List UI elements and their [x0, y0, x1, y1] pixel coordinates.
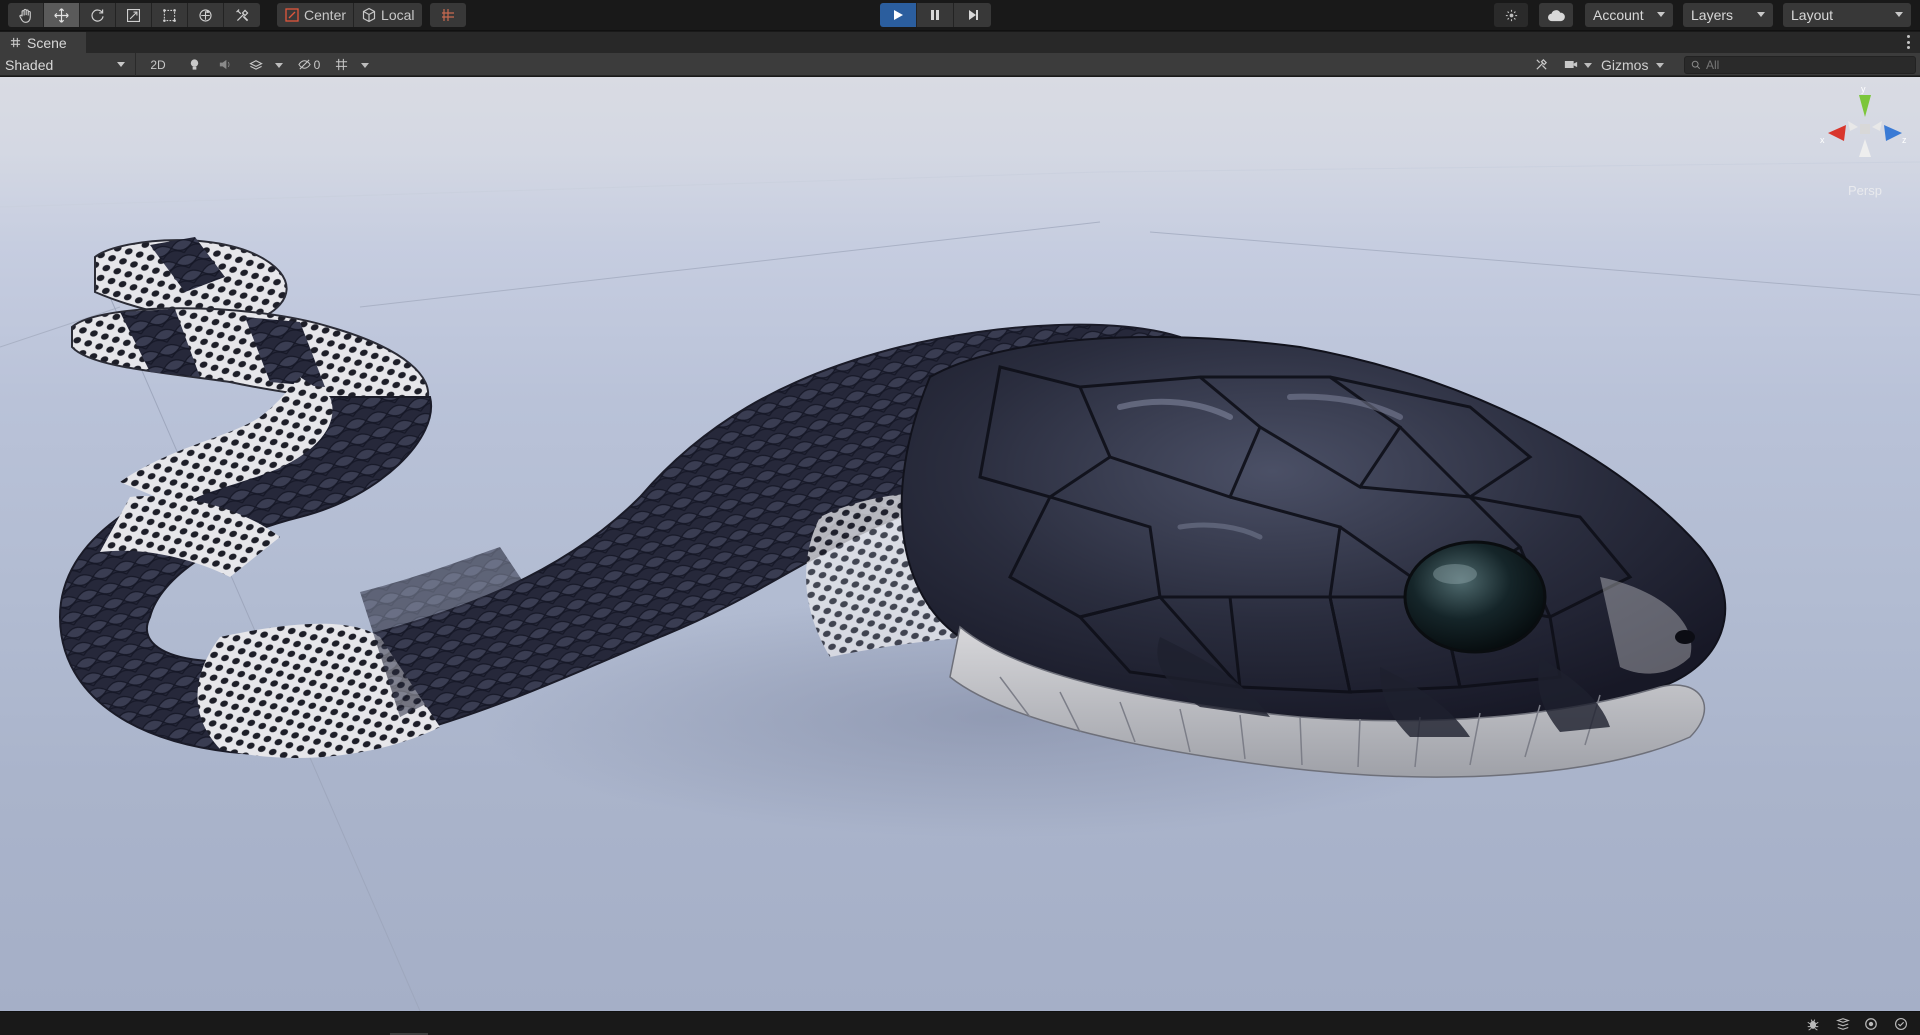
scene-visibility-toggle[interactable]: 0 [292, 55, 326, 74]
scene-render [0, 161, 1920, 1011]
hand-tool-button[interactable] [8, 3, 44, 27]
debug-bug-icon[interactable] [1804, 1016, 1822, 1032]
step-icon [968, 10, 978, 20]
cache-server-icon[interactable] [1834, 1016, 1852, 1032]
camera-icon [1564, 61, 1578, 68]
services-button[interactable] [1494, 3, 1528, 27]
audio-toggle[interactable] [212, 55, 236, 74]
chevron-down-icon[interactable] [1584, 63, 1592, 68]
effects-toggle[interactable] [244, 55, 268, 74]
local-cube-icon [362, 7, 376, 23]
chevron-down-icon [1657, 12, 1665, 17]
axis-y-cone[interactable] [1859, 95, 1871, 117]
layers-dropdown[interactable]: Layers [1683, 3, 1773, 27]
draw-mode-dropdown[interactable]: Shaded [0, 53, 136, 76]
chevron-down-icon [1656, 63, 1664, 68]
gizmos-label: Gizmos [1601, 56, 1649, 73]
transform-tool-button[interactable] [188, 3, 224, 27]
orientation-gizmo[interactable]: y x z [1818, 83, 1910, 183]
draw-mode-label: Shaded [5, 56, 54, 73]
axis-z-label: z [1902, 135, 1907, 145]
axis-neg-y-cone[interactable] [1859, 139, 1871, 157]
status-bar [0, 1011, 1920, 1035]
check-circle-icon[interactable] [1892, 1016, 1910, 1032]
tab-bar: Scene [0, 32, 1920, 53]
playback-controls [880, 3, 991, 27]
pivot-mode-toggle[interactable]: Center [277, 3, 355, 27]
scene-viewport[interactable]: y x z Persp [0, 77, 1920, 1011]
rect-transform-icon [163, 8, 176, 22]
chevron-down-icon [1895, 12, 1903, 17]
lighting-toggle[interactable] [182, 55, 206, 74]
progress-spinner-icon[interactable] [1862, 1016, 1880, 1032]
rotate-icon [91, 8, 104, 22]
tab-scene[interactable]: Scene [0, 32, 86, 53]
layout-dropdown[interactable]: Layout [1783, 3, 1911, 27]
lightbulb-icon [190, 59, 198, 70]
search-placeholder: All [1706, 58, 1720, 72]
axis-z-cone[interactable] [1884, 125, 1902, 141]
custom-tool-button[interactable] [224, 3, 260, 27]
projection-label[interactable]: Persp [1848, 183, 1882, 198]
speaker-icon [219, 59, 229, 70]
pause-icon [931, 10, 939, 20]
wrench-icon [1535, 59, 1547, 70]
pivot-group: Center Local [277, 3, 422, 27]
pivot-mode-label: Center [304, 7, 347, 23]
axis-x-label: x [1820, 135, 1825, 145]
scale-tool-button[interactable] [116, 3, 152, 27]
account-dropdown[interactable]: Account [1585, 3, 1673, 27]
scene-tab-label: Scene [27, 34, 67, 51]
scene-grid-icon [10, 37, 21, 48]
layout-label: Layout [1791, 7, 1834, 23]
step-button[interactable] [954, 3, 991, 27]
2d-toggle[interactable]: 2D [146, 55, 170, 74]
cloud-icon [1547, 9, 1565, 21]
move-icon [54, 7, 69, 23]
pause-button[interactable] [917, 3, 954, 27]
main-toolbar: Center Local Account Layers Layout [0, 0, 1920, 31]
account-label: Account [1593, 7, 1644, 23]
chevron-down-icon[interactable] [361, 63, 369, 68]
pivot-rotation-toggle[interactable]: Local [354, 3, 422, 27]
hand-icon [19, 8, 31, 23]
chevron-down-icon [1757, 12, 1765, 17]
rect-tool-button[interactable] [152, 3, 188, 27]
grid-toggle[interactable] [330, 55, 352, 74]
scene-search-input[interactable]: All [1684, 56, 1916, 74]
gizmos-dropdown[interactable]: Gizmos [1594, 55, 1674, 74]
cloud-button[interactable] [1539, 3, 1573, 27]
hidden-eye-icon [297, 59, 311, 70]
play-button[interactable] [880, 3, 917, 27]
scale-icon [126, 8, 141, 22]
2d-toggle-label: 2D [150, 57, 166, 72]
chevron-down-icon[interactable] [275, 63, 283, 68]
axis-x-cone[interactable] [1828, 125, 1846, 141]
axis-center-cube[interactable] [1860, 124, 1870, 134]
grid-icon [335, 58, 347, 71]
grid-snap-icon [442, 9, 454, 21]
camera-settings-button[interactable] [1560, 55, 1582, 74]
hidden-count: 0 [313, 57, 321, 72]
chevron-down-icon [117, 62, 125, 67]
transform-tool-group [8, 3, 260, 27]
kebab-menu-icon[interactable] [1906, 35, 1910, 49]
axis-y-label: y [1861, 84, 1866, 94]
tools-icon [235, 8, 248, 21]
collab-icon [1505, 9, 1517, 21]
pivot-center-icon [285, 8, 299, 22]
play-icon [894, 10, 903, 20]
search-icon [1691, 60, 1701, 70]
move-tool-button[interactable] [44, 3, 80, 27]
pivot-rotation-label: Local [381, 7, 415, 23]
effects-icon [249, 60, 263, 70]
tools-overlay-toggle[interactable] [1530, 55, 1552, 74]
layers-label: Layers [1691, 7, 1734, 23]
grid-snap-button[interactable] [430, 3, 466, 27]
rotate-tool-button[interactable] [80, 3, 116, 27]
transform-icon [199, 8, 212, 22]
scene-view-toolbar: Shaded 2D 0 Gizmos All [0, 53, 1920, 76]
